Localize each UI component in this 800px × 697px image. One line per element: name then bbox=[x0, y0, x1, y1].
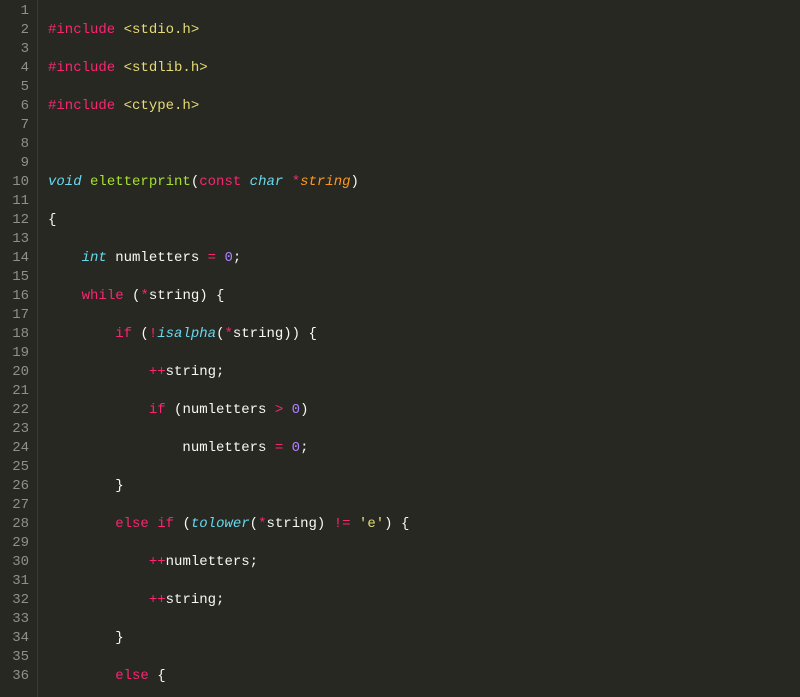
line-number-gutter: 1 2 3 4 5 6 7 8 9 10 11 12 13 14 15 16 1… bbox=[0, 0, 38, 697]
code-line[interactable]: } bbox=[48, 477, 800, 496]
line-number: 4 bbox=[10, 59, 29, 78]
line-number: 14 bbox=[10, 249, 29, 268]
line-number: 36 bbox=[10, 667, 29, 686]
line-number: 3 bbox=[10, 40, 29, 59]
code-line[interactable] bbox=[48, 135, 800, 154]
code-line[interactable]: else if (tolower(*string) != 'e') { bbox=[48, 515, 800, 534]
line-number: 8 bbox=[10, 135, 29, 154]
code-line[interactable]: int numletters = 0; bbox=[48, 249, 800, 268]
line-number: 29 bbox=[10, 534, 29, 553]
line-number: 15 bbox=[10, 268, 29, 287]
line-number: 2 bbox=[10, 21, 29, 40]
line-number: 32 bbox=[10, 591, 29, 610]
line-number: 11 bbox=[10, 192, 29, 211]
line-number: 7 bbox=[10, 116, 29, 135]
code-line[interactable]: if (!isalpha(*string)) { bbox=[48, 325, 800, 344]
line-number: 1 bbox=[10, 2, 29, 21]
line-number: 30 bbox=[10, 553, 29, 572]
line-number: 20 bbox=[10, 363, 29, 382]
line-number: 12 bbox=[10, 211, 29, 230]
code-line[interactable]: ++string; bbox=[48, 363, 800, 382]
code-line[interactable]: while (*string) { bbox=[48, 287, 800, 306]
code-line[interactable]: else { bbox=[48, 667, 800, 686]
code-line[interactable]: } bbox=[48, 629, 800, 648]
code-line[interactable]: #include <stdio.h> bbox=[48, 21, 800, 40]
code-line[interactable]: if (numletters > 0) bbox=[48, 401, 800, 420]
line-number: 19 bbox=[10, 344, 29, 363]
line-number: 6 bbox=[10, 97, 29, 116]
line-number: 13 bbox=[10, 230, 29, 249]
line-number: 21 bbox=[10, 382, 29, 401]
code-line[interactable]: void eletterprint(const char *string) bbox=[48, 173, 800, 192]
code-editor[interactable]: 1 2 3 4 5 6 7 8 9 10 11 12 13 14 15 16 1… bbox=[0, 0, 800, 697]
line-number: 31 bbox=[10, 572, 29, 591]
line-number: 24 bbox=[10, 439, 29, 458]
line-number: 28 bbox=[10, 515, 29, 534]
line-number: 34 bbox=[10, 629, 29, 648]
line-number: 10 bbox=[10, 173, 29, 192]
line-number: 9 bbox=[10, 154, 29, 173]
code-line[interactable]: ++string; bbox=[48, 591, 800, 610]
line-number: 18 bbox=[10, 325, 29, 344]
code-line[interactable]: ++numletters; bbox=[48, 553, 800, 572]
code-line[interactable]: #include <stdlib.h> bbox=[48, 59, 800, 78]
code-area[interactable]: #include <stdio.h> #include <stdlib.h> #… bbox=[38, 0, 800, 697]
line-number: 25 bbox=[10, 458, 29, 477]
line-number: 23 bbox=[10, 420, 29, 439]
line-number: 17 bbox=[10, 306, 29, 325]
code-line[interactable]: #include <ctype.h> bbox=[48, 97, 800, 116]
line-number: 27 bbox=[10, 496, 29, 515]
line-number: 33 bbox=[10, 610, 29, 629]
code-line[interactable]: { bbox=[48, 211, 800, 230]
line-number: 35 bbox=[10, 648, 29, 667]
line-number: 16 bbox=[10, 287, 29, 306]
line-number: 5 bbox=[10, 78, 29, 97]
code-line[interactable]: numletters = 0; bbox=[48, 439, 800, 458]
line-number: 26 bbox=[10, 477, 29, 496]
line-number: 22 bbox=[10, 401, 29, 420]
